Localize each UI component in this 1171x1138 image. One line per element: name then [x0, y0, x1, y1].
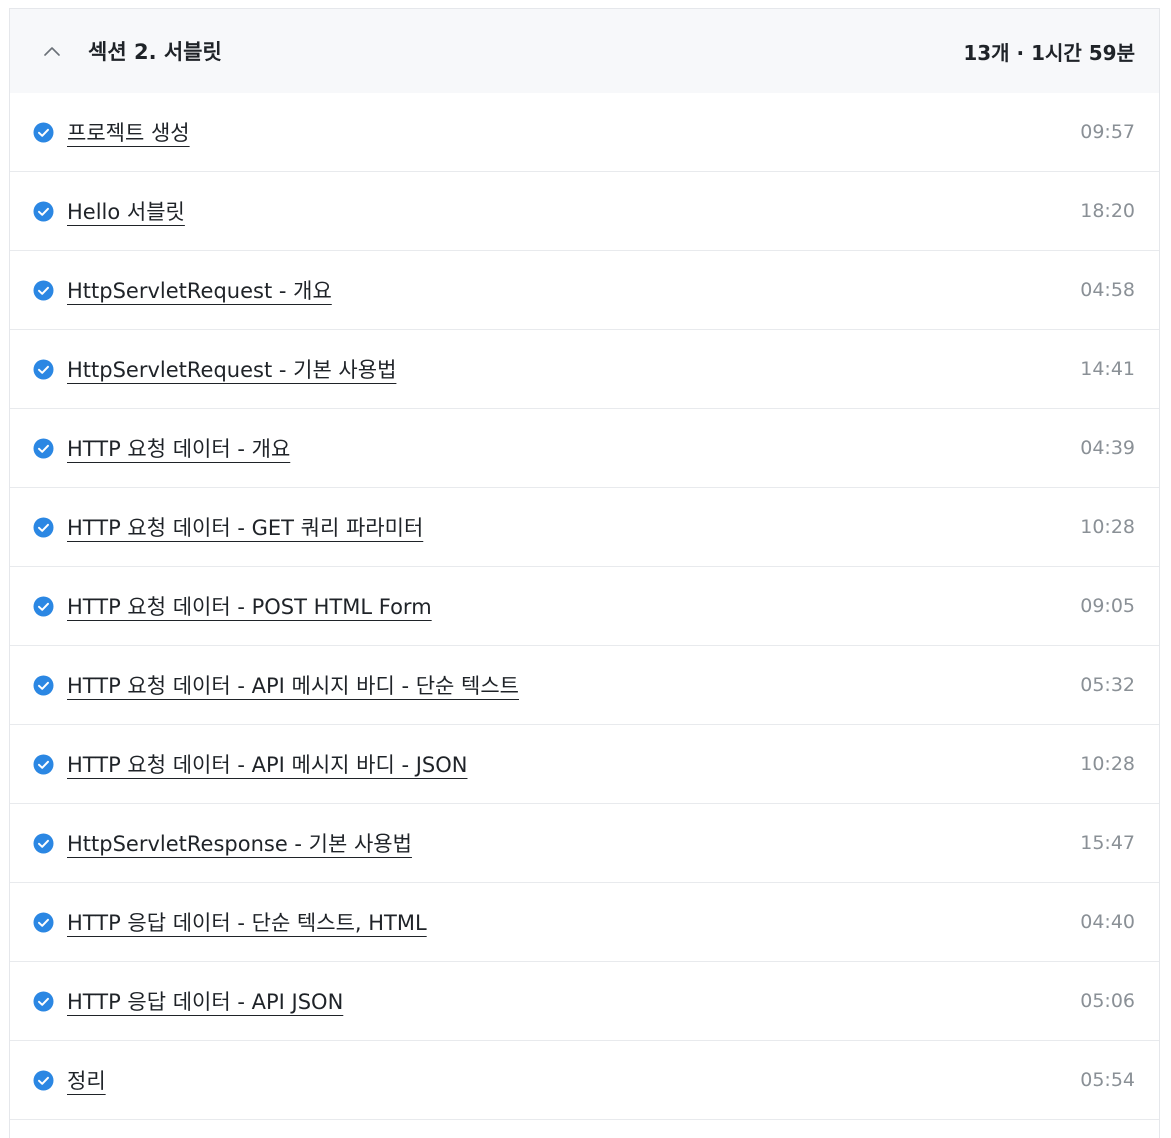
lesson-title-link[interactable]: HTTP 요청 데이터 - GET 쿼리 파라미터 — [67, 512, 1064, 542]
lesson-title-link[interactable]: HttpServletRequest - 개요 — [67, 275, 1064, 305]
section-title: 섹션 2. 서블릿 — [88, 40, 222, 64]
lesson-title-link[interactable]: HTTP 응답 데이터 - 단순 텍스트, HTML — [67, 907, 1064, 937]
lesson-duration: 04:58 — [1080, 279, 1135, 301]
lesson-duration: 09:05 — [1080, 595, 1135, 617]
check-circle-icon — [33, 122, 54, 143]
lesson-row[interactable]: HTTP 요청 데이터 - API 메시지 바디 - 단순 텍스트 05:32 — [10, 646, 1159, 725]
check-circle-icon — [33, 754, 54, 775]
lesson-row[interactable]: HttpServletResponse - 기본 사용법 15:47 — [10, 804, 1159, 883]
lesson-row[interactable]: HttpServletRequest - 기본 사용법 14:41 — [10, 330, 1159, 409]
lesson-duration: 10:28 — [1080, 516, 1135, 538]
check-circle-icon — [33, 912, 54, 933]
lesson-duration: 15:47 — [1080, 832, 1135, 854]
lesson-row[interactable]: HTTP 응답 데이터 - API JSON 05:06 — [10, 962, 1159, 1041]
lesson-title-link[interactable]: HTTP 요청 데이터 - POST HTML Form — [67, 591, 1064, 621]
section-meta: 13개 · 1시간 59분 — [963, 40, 1135, 65]
lesson-title-link[interactable]: HttpServletResponse - 기본 사용법 — [67, 828, 1064, 858]
check-circle-icon — [33, 438, 54, 459]
lesson-title-link[interactable]: HTTP 응답 데이터 - API JSON — [67, 986, 1064, 1016]
lesson-title-link[interactable]: 정리 — [67, 1065, 1064, 1095]
check-circle-icon — [33, 1070, 54, 1091]
check-circle-icon — [33, 201, 54, 222]
check-circle-icon — [33, 833, 54, 854]
lesson-duration: 04:40 — [1080, 911, 1135, 933]
lesson-duration: 09:57 — [1080, 121, 1135, 143]
check-circle-icon — [33, 517, 54, 538]
lesson-row[interactable]: HTTP 응답 데이터 - 단순 텍스트, HTML 04:40 — [10, 883, 1159, 962]
lesson-list: 프로젝트 생성 09:57 Hello 서블릿 18:20 HttpServle… — [10, 93, 1159, 1120]
lesson-duration: 18:20 — [1080, 200, 1135, 222]
lesson-duration: 04:39 — [1080, 437, 1135, 459]
lesson-duration: 05:06 — [1080, 990, 1135, 1012]
lesson-title-link[interactable]: 프로젝트 생성 — [67, 117, 1064, 147]
lesson-duration: 14:41 — [1080, 358, 1135, 380]
curriculum-panel: 섹션 2. 서블릿 13개 · 1시간 59분 프로젝트 생성 09:57 He… — [9, 8, 1160, 1138]
lesson-row[interactable]: 정리 05:54 — [10, 1041, 1159, 1120]
check-circle-icon — [33, 675, 54, 696]
lesson-duration: 05:32 — [1080, 674, 1135, 696]
section-header[interactable]: 섹션 2. 서블릿 13개 · 1시간 59분 — [10, 9, 1159, 93]
check-circle-icon — [33, 359, 54, 380]
lesson-row[interactable]: 프로젝트 생성 09:57 — [10, 93, 1159, 172]
lesson-row[interactable]: HTTP 요청 데이터 - GET 쿼리 파라미터 10:28 — [10, 488, 1159, 567]
lesson-row[interactable]: Hello 서블릿 18:20 — [10, 172, 1159, 251]
lesson-row[interactable]: HTTP 요청 데이터 - POST HTML Form 09:05 — [10, 567, 1159, 646]
lesson-duration: 10:28 — [1080, 753, 1135, 775]
lesson-title-link[interactable]: Hello 서블릿 — [67, 196, 1064, 226]
lesson-duration: 05:54 — [1080, 1069, 1135, 1091]
lesson-row[interactable]: HTTP 요청 데이터 - 개요 04:39 — [10, 409, 1159, 488]
lesson-title-link[interactable]: HttpServletRequest - 기본 사용법 — [67, 354, 1064, 384]
lesson-title-link[interactable]: HTTP 요청 데이터 - API 메시지 바디 - 단순 텍스트 — [67, 670, 1064, 700]
check-circle-icon — [33, 596, 54, 617]
check-circle-icon — [33, 991, 54, 1012]
lesson-row[interactable]: HTTP 요청 데이터 - API 메시지 바디 - JSON 10:28 — [10, 725, 1159, 804]
lesson-title-link[interactable]: HTTP 요청 데이터 - 개요 — [67, 433, 1064, 463]
chevron-up-icon[interactable] — [42, 41, 62, 61]
lesson-row[interactable]: HttpServletRequest - 개요 04:58 — [10, 251, 1159, 330]
lesson-title-link[interactable]: HTTP 요청 데이터 - API 메시지 바디 - JSON — [67, 749, 1064, 779]
check-circle-icon — [33, 280, 54, 301]
